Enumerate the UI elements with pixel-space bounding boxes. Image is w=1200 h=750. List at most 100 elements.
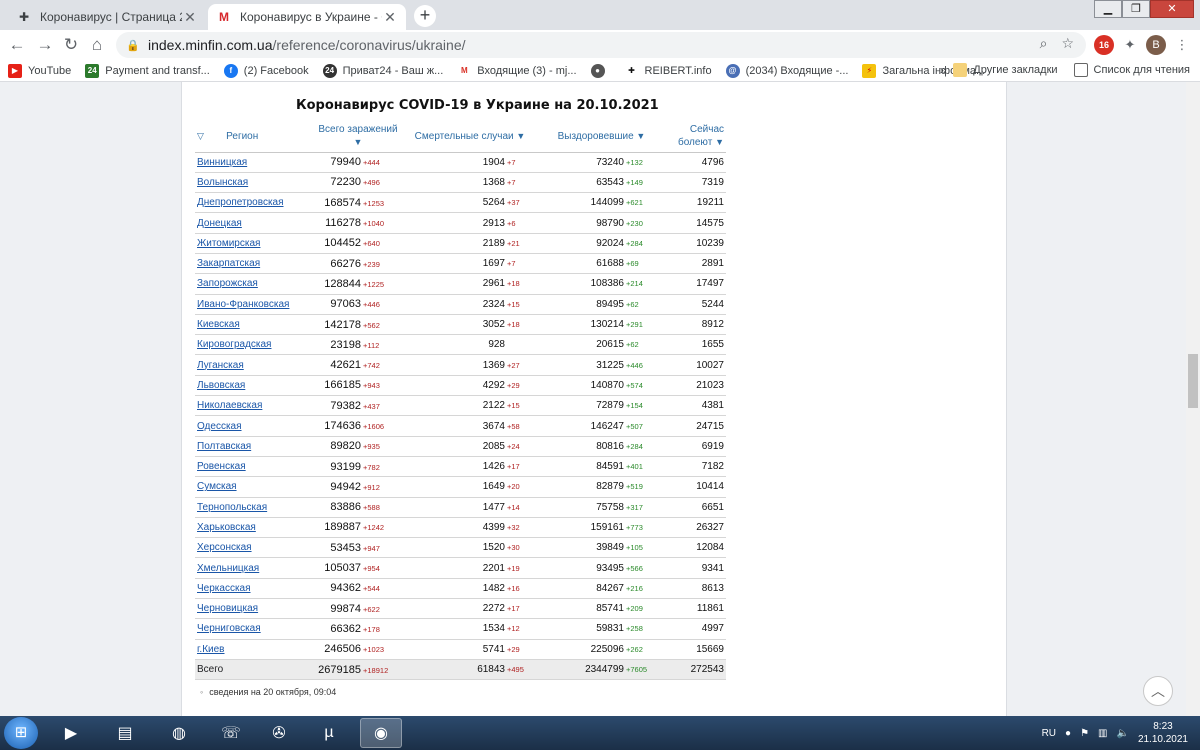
scroll-top-button[interactable]: ︿ (1143, 676, 1173, 706)
region-link[interactable]: Ровенская (197, 461, 246, 472)
bookmark-facebook[interactable]: f (2) Facebook (223, 63, 309, 78)
tab-minfin[interactable]: M Коронавирус в Украине - Стати ✕ (208, 4, 406, 30)
bookmark-other[interactable]: Другие закладки (953, 63, 1058, 77)
viber-icon[interactable]: ☏ (210, 718, 252, 748)
bookmark-payment[interactable]: 24 Payment and transf... (85, 63, 210, 78)
region-link[interactable]: Днепропетровская (197, 197, 284, 208)
region-cell[interactable]: Винницкая (195, 152, 315, 173)
tray-app-icon[interactable]: ● (1065, 728, 1071, 739)
region-cell[interactable]: Житомирская (195, 233, 315, 254)
back-arrow-icon[interactable]: ← (6, 34, 28, 56)
header-region[interactable]: ▽ Регион (195, 122, 315, 153)
region-link[interactable]: Ивано-Франковская (197, 299, 289, 310)
region-link[interactable]: Закарпатская (197, 258, 260, 269)
region-cell[interactable]: Черниговская (195, 618, 315, 640)
region-cell[interactable]: Луганская (195, 354, 315, 376)
extensions-puzzle-icon[interactable]: ✦ (1120, 35, 1140, 55)
home-icon[interactable]: ⌂ (86, 34, 108, 56)
header-recovered[interactable]: Выздоровевшие ▼ (539, 122, 664, 153)
region-link[interactable]: Донецкая (197, 218, 242, 229)
region-link[interactable]: Сумская (197, 481, 237, 492)
region-link[interactable]: Хмельницкая (197, 563, 259, 574)
region-link[interactable]: Кировоградская (197, 339, 271, 350)
header-total[interactable]: Всего заражений ▼ (315, 122, 401, 153)
tab-forum[interactable]: ✚ Коронавирус | Страница 297 | R ✕ (8, 4, 206, 30)
network-icon[interactable]: ▥ (1098, 728, 1107, 739)
new-tab-button[interactable]: + (414, 5, 436, 27)
address-bar[interactable]: 🔒 index.minfin.com.ua/reference/coronavi… (116, 32, 1086, 58)
region-cell[interactable]: Херсонская (195, 537, 315, 559)
region-link[interactable]: Тернопольская (197, 502, 267, 513)
region-cell[interactable]: Волынская (195, 172, 315, 194)
region-cell[interactable]: Сумская (195, 476, 315, 498)
region-link[interactable]: Херсонская (197, 542, 252, 553)
bookmark-mail[interactable]: @ (2034) Входящие -... (725, 63, 848, 78)
region-cell[interactable]: Харьковская (195, 517, 315, 539)
region-cell[interactable]: Запорожская (195, 273, 315, 295)
region-cell[interactable]: Львовская (195, 375, 315, 397)
region-cell[interactable]: Киевская (195, 314, 315, 336)
region-cell[interactable]: Одесская (195, 415, 315, 437)
region-link[interactable]: Волынская (197, 177, 248, 188)
extension-badge[interactable]: 16 (1094, 35, 1114, 55)
start-button[interactable]: ⊞ (4, 717, 38, 749)
flag-icon[interactable]: ⚑ (1080, 728, 1089, 739)
region-link[interactable]: Киевская (197, 319, 240, 330)
volume-icon[interactable]: 🔈 (1116, 728, 1128, 739)
forward-arrow-icon[interactable]: → (34, 34, 56, 56)
chrome-icon[interactable]: ◉ (360, 718, 402, 748)
region-link[interactable]: Черкасская (197, 583, 251, 594)
minimize-button[interactable]: ▁ (1094, 0, 1122, 18)
region-cell[interactable]: Полтавская (195, 436, 315, 457)
clock[interactable]: 8:23 21.10.2021 (1138, 720, 1188, 746)
close-icon[interactable]: ✕ (382, 9, 398, 26)
app-icon[interactable]: ◍ (158, 718, 200, 748)
region-link[interactable]: Полтавская (197, 441, 251, 452)
region-cell[interactable]: Донецкая (195, 212, 315, 234)
bookmark-reading-list[interactable]: Список для чтения (1073, 63, 1190, 77)
region-link[interactable]: Львовская (197, 380, 245, 391)
header-deaths[interactable]: Смертельные случаи ▼ (401, 122, 539, 153)
region-cell[interactable]: Хмельницкая (195, 557, 315, 579)
region-link[interactable]: Одесская (197, 421, 242, 432)
avatar[interactable]: В (1146, 35, 1166, 55)
more-bookmarks-icon[interactable]: » (940, 63, 947, 77)
region-link[interactable]: Запорожская (197, 278, 258, 289)
region-cell[interactable]: Кировоградская (195, 334, 315, 356)
scrollbar-thumb[interactable] (1188, 354, 1198, 408)
video-icon[interactable]: ✇ (258, 718, 300, 748)
zoom-search-icon[interactable]: ⌕ (1040, 35, 1048, 52)
reload-icon[interactable]: ↻ (60, 34, 82, 56)
region-cell[interactable]: Черновицкая (195, 598, 315, 620)
close-icon[interactable]: ✕ (182, 9, 198, 26)
region-link[interactable]: Черновицкая (197, 603, 258, 614)
region-link[interactable]: Луганская (197, 360, 244, 371)
region-link[interactable]: Черниговская (197, 623, 261, 634)
region-cell[interactable]: Закарпатская (195, 253, 315, 275)
file-explorer-icon[interactable]: ▤ (104, 718, 146, 748)
bookmark-reibert[interactable]: ✚ REIBERT.info (624, 63, 712, 78)
region-link[interactable]: г.Киев (197, 644, 225, 655)
bookmark-globe[interactable]: ● (590, 63, 611, 78)
bookmark-youtube[interactable]: ▶ YouTube (8, 63, 71, 78)
language-indicator[interactable]: RU (1042, 728, 1056, 739)
menu-kebab-icon[interactable]: ⋮ (1172, 35, 1192, 55)
region-link[interactable]: Харьковская (197, 522, 256, 533)
torrent-icon[interactable]: µ (308, 718, 350, 748)
bookmark-gmail[interactable]: M Входящие (3) - mj... (457, 63, 577, 78)
media-player-icon[interactable]: ▶ (50, 718, 92, 748)
star-bookmark-icon[interactable]: ☆ (1061, 35, 1074, 52)
region-cell[interactable]: Днепропетровская (195, 192, 315, 214)
scrollbar[interactable] (1186, 82, 1200, 716)
region-cell[interactable]: Ровенская (195, 456, 315, 478)
close-window-button[interactable]: ✕ (1150, 0, 1194, 18)
region-cell[interactable]: Ивано-Франковская (195, 294, 315, 315)
region-link[interactable]: Житомирская (197, 238, 260, 249)
header-active[interactable]: Сейчас болеют ▼ (664, 122, 726, 153)
region-cell[interactable]: Черкасская (195, 578, 315, 600)
region-link[interactable]: Николаевская (197, 400, 262, 411)
region-cell[interactable]: Тернопольская (195, 497, 315, 518)
region-cell[interactable]: Николаевская (195, 395, 315, 417)
bookmark-privat24[interactable]: 24 Приват24 - Ваш ж... (322, 63, 443, 78)
region-link[interactable]: Винницкая (197, 157, 247, 168)
